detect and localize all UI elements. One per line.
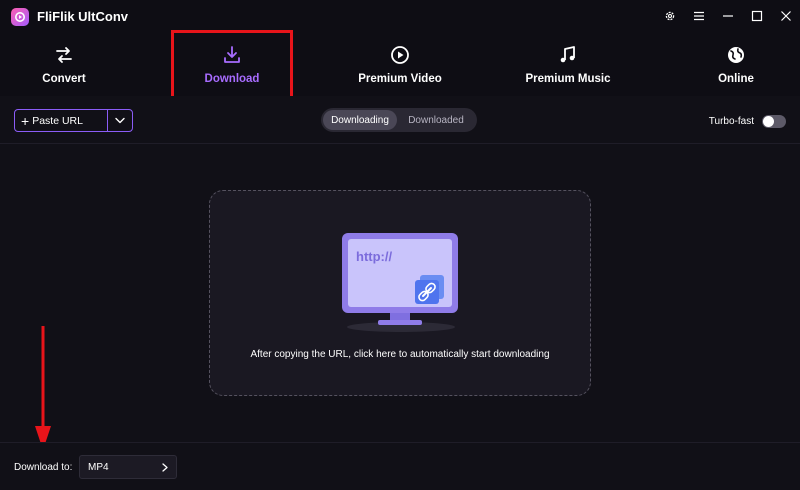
- nav-label: Convert: [42, 73, 86, 85]
- http-illustration-text: http://: [356, 249, 392, 264]
- convert-arrows-icon: [54, 44, 74, 66]
- toggle-knob: [763, 115, 774, 127]
- output-format-select[interactable]: MP4: [79, 455, 177, 479]
- paste-url-dropdown[interactable]: [108, 110, 132, 131]
- nav-download[interactable]: Download: [197, 32, 267, 96]
- tab-downloaded[interactable]: Downloaded: [397, 110, 475, 130]
- turbo-fast-control: Turbo-fast: [709, 114, 786, 128]
- app-logo-icon: [11, 8, 29, 26]
- nav-label: Download: [204, 73, 260, 85]
- plus-icon: +: [21, 112, 30, 129]
- maximize-icon[interactable]: [742, 0, 771, 32]
- chevron-right-icon: [162, 462, 168, 472]
- window-controls: [655, 0, 800, 32]
- dropzone-hint: After copying the URL, click here to aut…: [250, 349, 550, 360]
- monitor-link-illustration-icon: http://: [342, 233, 458, 332]
- nav-label: Premium Music: [525, 73, 611, 85]
- format-value: MP4: [88, 461, 109, 473]
- url-drop-zone[interactable]: http:// After copying the URL, click her…: [209, 190, 591, 396]
- download-tabs: Downloading Downloaded: [321, 108, 477, 132]
- download-icon: [222, 44, 242, 66]
- nav-label: Online: [718, 73, 754, 85]
- settings-gear-icon[interactable]: [655, 0, 684, 32]
- nav-premium-music[interactable]: Premium Music: [522, 32, 614, 96]
- globe-icon: [726, 44, 746, 66]
- paste-url-label: Paste URL: [32, 114, 83, 127]
- main-nav: Convert Download Premium Video Premium M…: [0, 32, 800, 96]
- play-circle-icon: [390, 44, 410, 66]
- nav-online[interactable]: Online: [711, 32, 761, 96]
- red-arrow-annotation-icon: [35, 326, 51, 450]
- music-note-icon: [558, 44, 578, 66]
- nav-label: Premium Video: [358, 73, 442, 85]
- close-icon[interactable]: [771, 0, 800, 32]
- tab-downloading[interactable]: Downloading: [323, 110, 397, 130]
- app-title: FliFlik UltConv: [37, 9, 128, 24]
- nav-premium-video[interactable]: Premium Video: [355, 32, 445, 96]
- paste-url-group: + Paste URL: [14, 109, 133, 132]
- turbo-fast-toggle[interactable]: [762, 114, 786, 128]
- turbo-fast-label: Turbo-fast: [708, 115, 754, 127]
- download-to-label: Download to:: [14, 462, 73, 473]
- footer-bar: Download to: MP4: [0, 442, 800, 490]
- menu-icon[interactable]: [684, 0, 713, 32]
- paste-url-button[interactable]: + Paste URL: [15, 110, 108, 131]
- title-bar: FliFlik UltConv: [0, 0, 800, 32]
- chevron-down-icon: [115, 117, 125, 124]
- nav-convert[interactable]: Convert: [34, 32, 94, 96]
- minimize-icon[interactable]: [713, 0, 742, 32]
